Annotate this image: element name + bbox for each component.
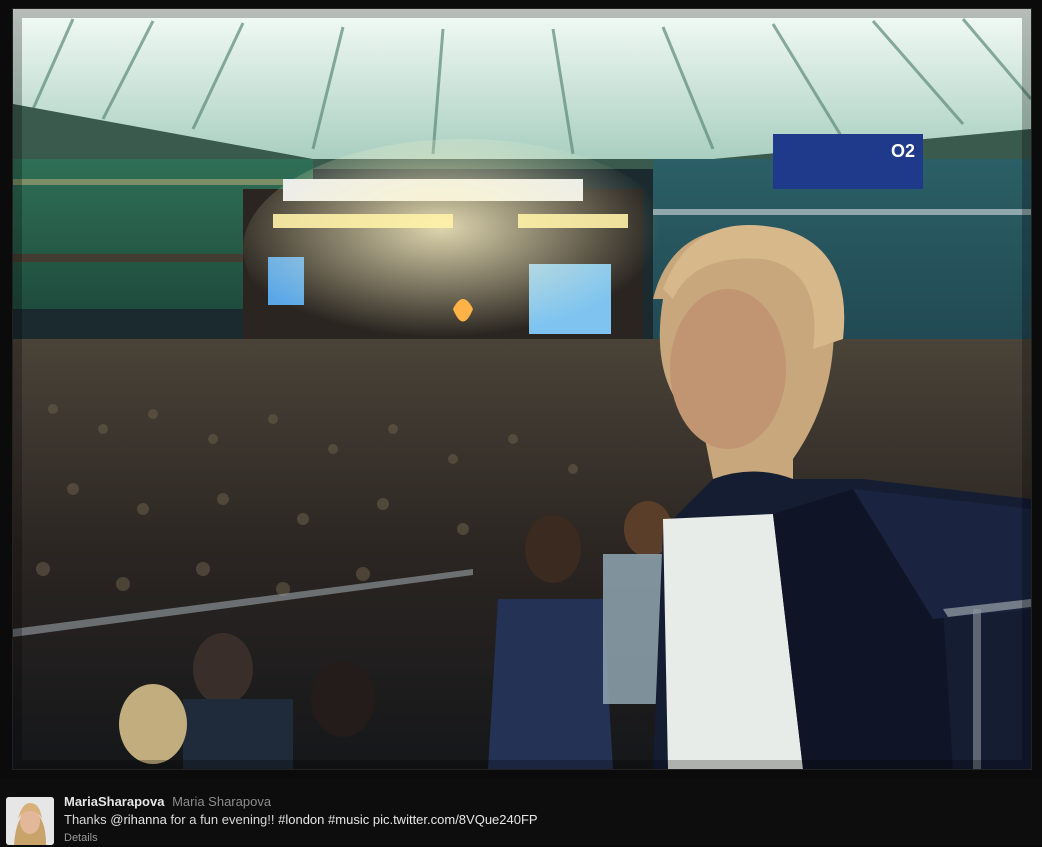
tweet-full-name[interactable]: Maria Sharapova bbox=[172, 794, 271, 809]
o2-sign-text: O2 bbox=[891, 141, 915, 161]
tweet-header: MariaSharapova Maria Sharapova bbox=[64, 793, 1024, 811]
avatar-image bbox=[6, 797, 54, 845]
tweet-media-viewer: O2 MariaSharapova Maria Sharapova Thanks… bbox=[0, 0, 1042, 845]
hashtag-link-music[interactable]: #music bbox=[328, 812, 369, 827]
mention-link[interactable]: @rihanna bbox=[110, 812, 167, 827]
details-link[interactable]: Details bbox=[64, 829, 1024, 847]
tweet-body: Thanks @rihanna for a fun evening!! #lon… bbox=[64, 811, 1024, 829]
pic-link[interactable]: pic.twitter.com/8VQue240FP bbox=[373, 812, 538, 827]
tweet-screen-name[interactable]: MariaSharapova bbox=[64, 794, 164, 809]
tweet-text-middle: for a fun evening!! bbox=[166, 812, 279, 827]
avatar[interactable] bbox=[6, 797, 54, 845]
concert-photo-illustration: O2 bbox=[13, 9, 1031, 769]
hashtag-link-london[interactable]: #london bbox=[278, 812, 324, 827]
tweet-text-start: Thanks bbox=[64, 812, 111, 827]
tweet-content: MariaSharapova Maria Sharapova Thanks @r… bbox=[64, 793, 1024, 847]
tweet-photo[interactable]: O2 bbox=[12, 8, 1032, 770]
